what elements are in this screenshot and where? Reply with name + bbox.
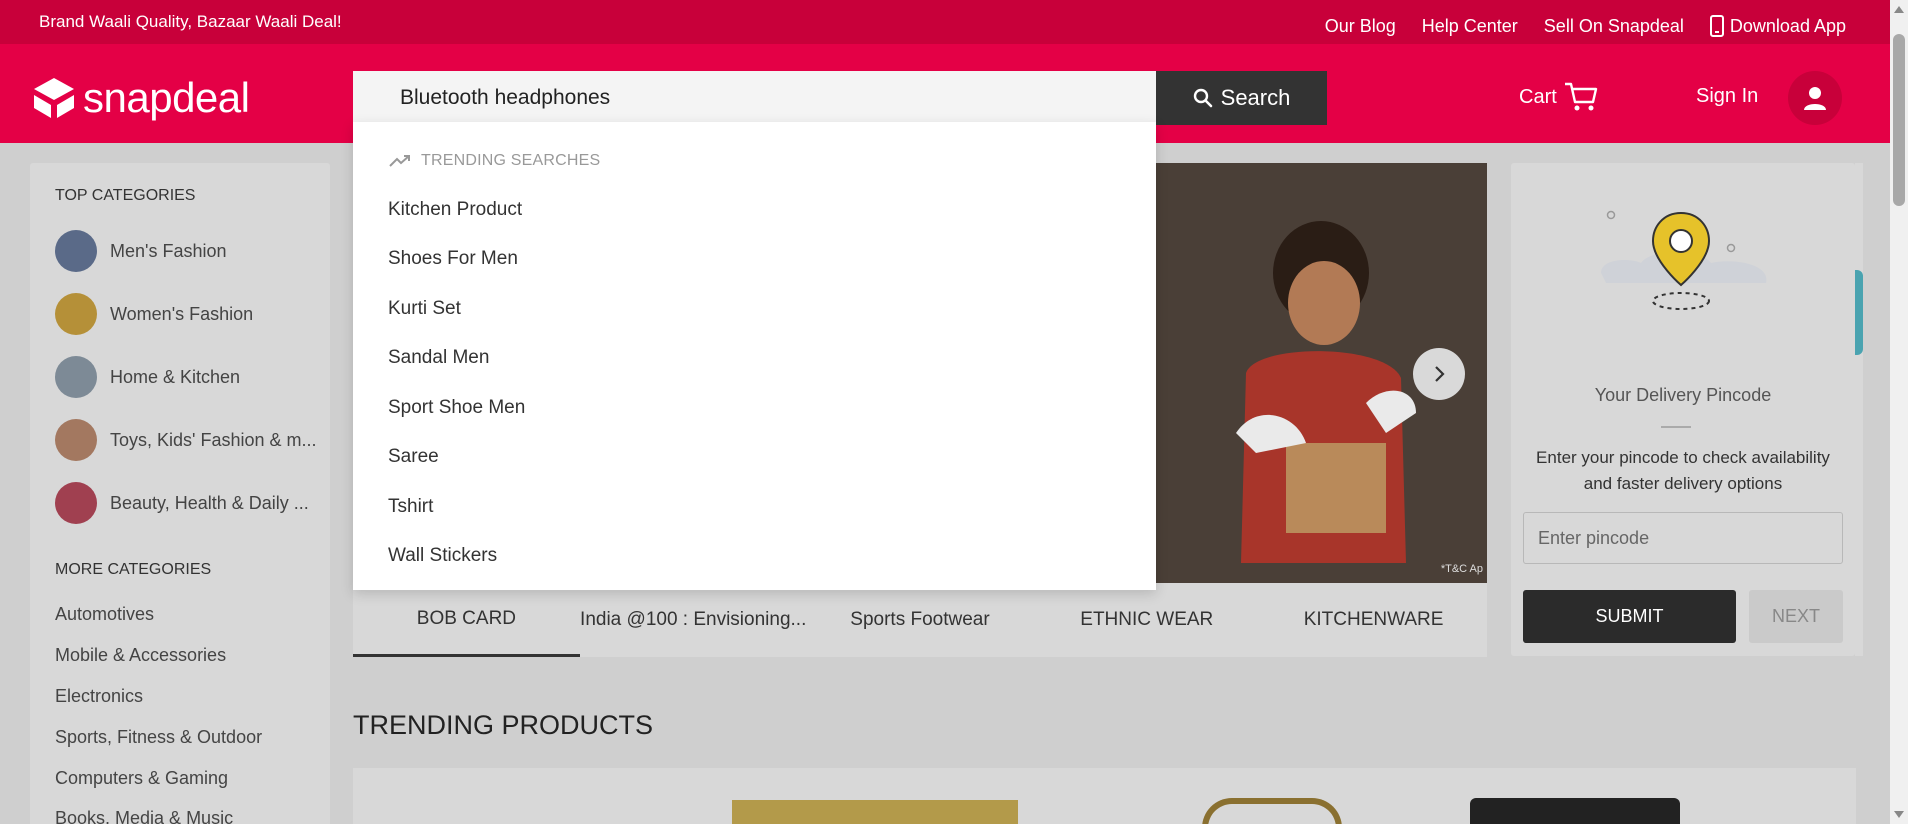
trending-searches-label: TRENDING SEARCHES bbox=[421, 152, 601, 169]
sign-in-link[interactable]: Sign In bbox=[1696, 85, 1758, 108]
tab-ethnic-wear[interactable]: ETHNIC WEAR bbox=[1033, 583, 1260, 657]
banner-image bbox=[1236, 221, 1416, 563]
banner-tabs: BOB CARD India @100 : Envisioning... Spo… bbox=[353, 583, 1487, 657]
next-card-image bbox=[1855, 270, 1863, 355]
next-card-peek bbox=[1855, 163, 1863, 656]
category-thumbnail bbox=[55, 230, 97, 272]
more-categories-heading: MORE CATEGORIES bbox=[55, 561, 212, 578]
cart-label: Cart bbox=[1519, 85, 1557, 108]
suggestion-item[interactable]: Tshirt bbox=[388, 496, 433, 518]
help-center-link[interactable]: Help Center bbox=[1422, 15, 1518, 37]
pincode-title: Your Delivery Pincode bbox=[1594, 385, 1772, 405]
category-thumbnail bbox=[55, 356, 97, 398]
category-thumbnail bbox=[55, 419, 97, 461]
submit-pincode-button[interactable]: SUBMIT bbox=[1523, 590, 1736, 643]
category-label: Home & Kitchen bbox=[110, 366, 241, 387]
tab-kitchenware[interactable]: KITCHENWARE bbox=[1260, 583, 1487, 657]
category-sidebar: TOP CATEGORIES Men's Fashion Women's Fas… bbox=[30, 163, 330, 824]
trending-up-icon bbox=[389, 155, 410, 167]
category-computers-gaming[interactable]: Computers & Gaming bbox=[55, 768, 228, 789]
suggestion-item[interactable]: Wall Stickers bbox=[388, 545, 497, 567]
tab-bob-card[interactable]: BOB CARD bbox=[353, 583, 580, 657]
scroll-down-arrow-icon[interactable] bbox=[1894, 811, 1904, 818]
category-electronics[interactable]: Electronics bbox=[55, 686, 143, 707]
category-label: Men's Fashion bbox=[110, 240, 227, 261]
tab-sports-footwear[interactable]: Sports Footwear bbox=[807, 583, 1034, 657]
category-mobile-accessories[interactable]: Mobile & Accessories bbox=[55, 645, 226, 666]
search-button[interactable]: Search bbox=[1156, 71, 1327, 125]
banner-next-button[interactable] bbox=[1413, 348, 1465, 400]
terms-note: *T&C Ap bbox=[1440, 563, 1483, 575]
delivery-pincode-card: Your Delivery Pincode Enter your pincode… bbox=[1511, 163, 1855, 656]
trending-products-heading: TRENDING PRODUCTS bbox=[353, 710, 654, 740]
logo-text: snapdeal bbox=[83, 74, 250, 121]
download-app-label: Download App bbox=[1729, 15, 1846, 36]
search-button-label: Search bbox=[1220, 85, 1291, 110]
product-image[interactable] bbox=[1470, 798, 1680, 824]
scroll-up-arrow-icon[interactable] bbox=[1894, 6, 1904, 13]
search-icon bbox=[1193, 88, 1212, 108]
divider bbox=[1661, 426, 1691, 428]
category-thumbnail bbox=[55, 482, 97, 524]
suggestion-item[interactable]: Kitchen Product bbox=[388, 199, 522, 221]
user-icon bbox=[1804, 87, 1826, 110]
trending-searches-heading: TRENDING SEARCHES bbox=[389, 152, 600, 170]
tab-india-100[interactable]: India @100 : Envisioning... bbox=[580, 583, 807, 657]
cart-button[interactable]: Cart bbox=[1519, 80, 1599, 114]
cart-icon bbox=[1564, 82, 1597, 111]
phone-icon bbox=[1709, 15, 1724, 37]
suggestion-item[interactable]: Shoes For Men bbox=[388, 248, 518, 270]
suggestion-item[interactable]: Saree bbox=[388, 446, 439, 468]
category-label: Beauty, Health & Daily ... bbox=[110, 492, 309, 513]
category-toys-kids[interactable]: Toys, Kids' Fashion & m... bbox=[55, 419, 317, 461]
snapdeal-logo-icon bbox=[34, 78, 74, 118]
snapdeal-logo[interactable]: snapdeal bbox=[31, 74, 250, 122]
search-suggestions-dropdown: TRENDING SEARCHES Kitchen Product Shoes … bbox=[353, 122, 1156, 590]
trending-products-row bbox=[353, 768, 1856, 824]
pincode-description: Enter your pincode to check availability… bbox=[1536, 448, 1830, 493]
category-beauty-health[interactable]: Beauty, Health & Daily ... bbox=[55, 482, 309, 524]
product-image[interactable] bbox=[732, 800, 1018, 824]
top-links: Our Blog Help Center Sell On Snapdeal Do… bbox=[1325, 15, 1846, 37]
location-pin-icon bbox=[1601, 210, 1767, 310]
page-scrollbar[interactable] bbox=[1890, 0, 1908, 824]
category-books-media[interactable]: Books, Media & Music bbox=[55, 808, 233, 824]
category-label: Toys, Kids' Fashion & m... bbox=[110, 429, 317, 450]
sell-on-snapdeal-link[interactable]: Sell On Snapdeal bbox=[1544, 15, 1684, 37]
user-avatar-button[interactable] bbox=[1788, 71, 1842, 125]
our-blog-link[interactable]: Our Blog bbox=[1325, 15, 1396, 37]
top-strip: Brand Waali Quality, Bazaar Waali Deal! … bbox=[0, 0, 1908, 44]
scrollbar-thumb[interactable] bbox=[1893, 34, 1905, 206]
category-mens-fashion[interactable]: Men's Fashion bbox=[55, 230, 227, 272]
suggestion-item[interactable]: Sandal Men bbox=[388, 347, 489, 369]
category-womens-fashion[interactable]: Women's Fashion bbox=[55, 293, 253, 335]
search-input[interactable] bbox=[353, 71, 1156, 125]
tagline: Brand Waali Quality, Bazaar Waali Deal! bbox=[39, 12, 342, 31]
next-button[interactable]: NEXT bbox=[1749, 590, 1843, 643]
category-thumbnail bbox=[55, 293, 97, 335]
category-home-kitchen[interactable]: Home & Kitchen bbox=[55, 356, 240, 398]
suggestion-item[interactable]: Kurti Set bbox=[388, 298, 461, 320]
download-app-link[interactable]: Download App bbox=[1709, 15, 1846, 37]
category-label: Women's Fashion bbox=[110, 303, 254, 324]
suggestion-item[interactable]: Sport Shoe Men bbox=[388, 397, 525, 419]
product-image[interactable] bbox=[1202, 798, 1342, 824]
category-automotives[interactable]: Automotives bbox=[55, 604, 154, 625]
pincode-input[interactable] bbox=[1523, 512, 1843, 564]
top-categories-heading: TOP CATEGORIES bbox=[55, 187, 196, 204]
chevron-right-icon bbox=[1435, 366, 1445, 382]
category-sports-fitness[interactable]: Sports, Fitness & Outdoor bbox=[55, 727, 262, 748]
